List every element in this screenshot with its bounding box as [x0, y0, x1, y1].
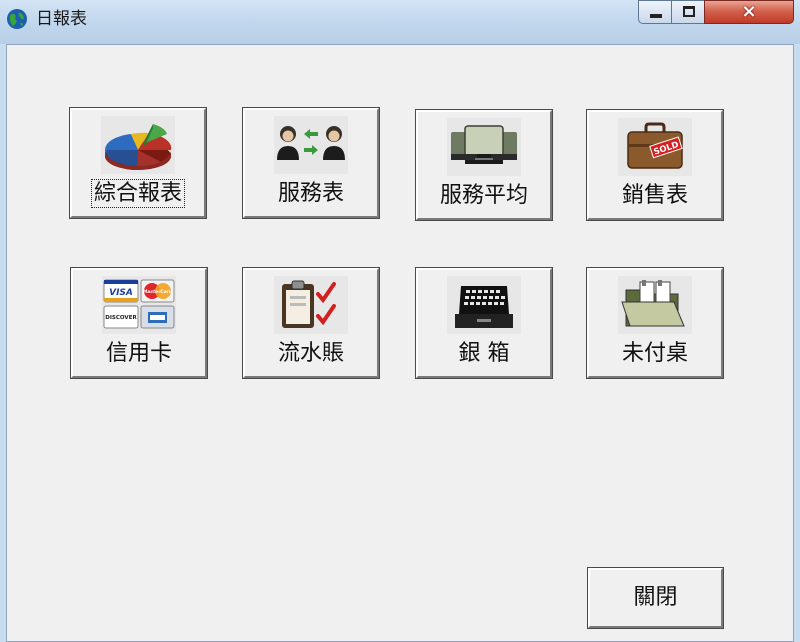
report-summary-label: 綜合報表 — [90, 179, 186, 208]
close-icon: × — [741, 1, 757, 22]
service-average-button[interactable]: 服務平均 — [415, 109, 553, 221]
globe-icon — [7, 9, 27, 29]
sales-report-button[interactable]: SOLD 銷售表 — [586, 109, 724, 221]
people-exchange-icon — [277, 126, 345, 160]
service-report-button[interactable]: 服務表 — [242, 107, 380, 219]
credit-card-button[interactable]: VISA MasterCard DISCOVER 信用卡 — [70, 267, 208, 379]
discover-text: DISCOVER — [105, 315, 137, 321]
ledger-button[interactable]: 流水賬 — [242, 267, 380, 379]
open-folder-icon — [621, 280, 685, 327]
service-average-label: 服務平均 — [439, 183, 528, 208]
unpaid-tables-label: 未付桌 — [621, 341, 688, 366]
close-window-button[interactable]: × — [704, 0, 794, 24]
maximize-button[interactable] — [671, 0, 705, 24]
cash-register-label: 銀 箱 — [458, 341, 510, 366]
minimize-icon — [650, 14, 662, 18]
close-button-label: 關閉 — [633, 585, 678, 610]
credit-card-label: 信用卡 — [105, 341, 172, 366]
service-report-label: 服務表 — [277, 181, 344, 206]
ledger-label: 流水賬 — [277, 341, 344, 366]
cash-register-icon — [455, 286, 513, 328]
visa-text: VISA — [109, 288, 133, 298]
pie-chart-icon — [104, 124, 172, 170]
minimize-button[interactable] — [638, 0, 672, 24]
report-summary-button[interactable]: 綜合報表 — [69, 107, 207, 219]
sales-report-label: 銷售表 — [621, 183, 688, 208]
window-title: 日報表 — [36, 9, 87, 29]
clipboard-checklist-icon — [282, 280, 336, 328]
stacked-devices-icon — [451, 125, 517, 164]
title-bar[interactable]: 日報表 × — [0, 0, 800, 44]
close-button[interactable]: 關閉 — [587, 567, 724, 629]
mastercard-text: MasterCard — [143, 289, 173, 295]
sold-briefcase-icon: SOLD — [627, 122, 683, 169]
unpaid-tables-button[interactable]: 未付桌 — [586, 267, 724, 379]
credit-cards-icon: VISA MasterCard DISCOVER — [103, 279, 175, 329]
maximize-icon — [683, 6, 695, 17]
cash-register-button[interactable]: 銀 箱 — [415, 267, 553, 379]
